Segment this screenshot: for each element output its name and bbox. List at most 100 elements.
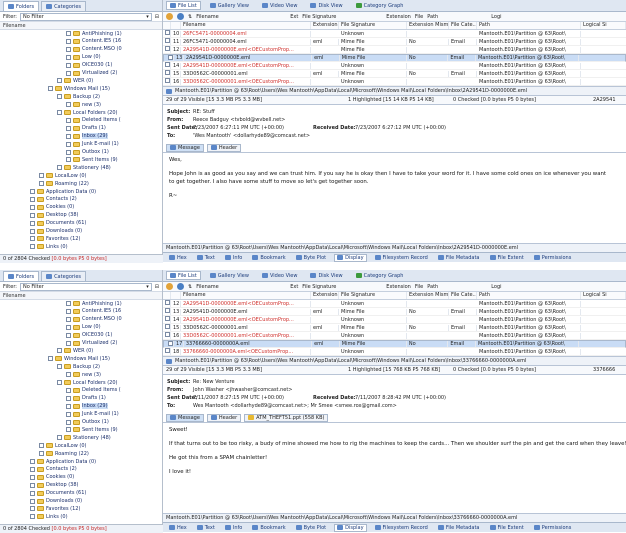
tree-node[interactable]: Drafts (1)	[66, 395, 106, 402]
table-row[interactable]: 13 2A29541D-0000000E.eml eml Mime File No Ema…	[163, 54, 626, 62]
tree-node[interactable]: WER (0)	[57, 347, 93, 354]
tree-checkbox[interactable]	[66, 395, 71, 401]
tree-node[interactable]: Content.MSO (0	[66, 316, 122, 323]
tree-node[interactable]: Outbox (1)	[66, 419, 109, 426]
tab-header[interactable]: Header	[206, 413, 242, 422]
tree-node[interactable]: WER (0)	[57, 77, 93, 84]
tree-checkbox[interactable]	[57, 364, 62, 370]
tab-disk-view[interactable]: Disk View	[306, 1, 346, 10]
folder-tree[interactable]: AntiPhishing (1) Content.IE5 (16 Content.M…	[0, 300, 162, 523]
tab-folders[interactable]: Folders	[3, 271, 40, 281]
row-checkbox[interactable]	[163, 308, 171, 315]
table-row[interactable]: 12 2A29541D-0000000E.eml<OECustomProp... U…	[163, 300, 626, 308]
tree-checkbox[interactable]	[30, 196, 35, 202]
tree-checkbox[interactable]	[30, 514, 35, 520]
tree-node[interactable]: AntiPhishing (1)	[66, 30, 122, 37]
tree-checkbox[interactable]	[66, 117, 71, 123]
back-icon[interactable]	[166, 13, 173, 20]
tab-folders[interactable]: Folders	[3, 1, 40, 11]
tree-checkbox[interactable]	[66, 308, 71, 314]
col-path[interactable]: Path	[477, 292, 581, 299]
col-num[interactable]	[171, 22, 181, 29]
forward-icon[interactable]	[177, 283, 184, 290]
tree-checkbox[interactable]	[66, 125, 71, 131]
tree-checkbox[interactable]	[66, 141, 71, 147]
tree-node[interactable]: Virtualized (2)	[66, 340, 117, 347]
tree-checkbox[interactable]	[66, 411, 71, 417]
tree-node[interactable]: Stationery (48)	[57, 164, 111, 171]
tree-checkbox[interactable]	[30, 228, 35, 234]
tree-node[interactable]: Sent Items (9)	[66, 426, 118, 433]
col-filename[interactable]: Filename	[181, 22, 311, 29]
filter-logical[interactable]: Logi	[491, 14, 501, 20]
tree-checkbox[interactable]	[66, 62, 71, 68]
tree-node[interactable]: Application Data (0)	[30, 188, 96, 195]
tree-node[interactable]: Content.MSO (0	[66, 46, 122, 53]
tab-permissions[interactable]: Permissions	[532, 524, 574, 532]
table-row[interactable]: 14 2A29541D-0000000E.eml<OECustomProp... U…	[163, 62, 626, 70]
tree-node[interactable]: new (3)	[66, 371, 101, 378]
tree-checkbox[interactable]	[57, 435, 62, 441]
table-row[interactable]: 16 33D0562C-00000001.eml<OECustomProp... U…	[163, 332, 626, 340]
col-signature[interactable]: File Signature	[339, 292, 407, 299]
tab-category-graph[interactable]: Category Graph	[352, 271, 408, 280]
tree-node[interactable]: Drafts (1)	[66, 125, 106, 132]
tree-node[interactable]: Desktop (38)	[30, 482, 78, 489]
tree-checkbox[interactable]	[66, 316, 71, 322]
tab-bookmark[interactable]: Bookmark	[250, 524, 287, 532]
table-row[interactable]: 11 26FC5471-00000004.eml eml Mime File No Ema…	[163, 38, 626, 46]
row-checkbox[interactable]	[163, 46, 171, 53]
tree-checkbox[interactable]	[66, 102, 71, 108]
tree-checkbox[interactable]	[30, 212, 35, 218]
row-checkbox[interactable]	[163, 348, 171, 355]
row-checkbox[interactable]	[163, 324, 171, 331]
tree-checkbox[interactable]	[66, 54, 71, 60]
tab-display[interactable]: Display	[334, 253, 367, 262]
filter-select[interactable]: No Filter ▾	[19, 282, 152, 291]
tree-checkbox[interactable]	[66, 332, 71, 338]
tree-node[interactable]: Local Folders (20)	[57, 379, 117, 386]
tree-node[interactable]: Favorites (12)	[30, 505, 80, 512]
tree-checkbox[interactable]	[66, 301, 71, 306]
filter-select[interactable]: No Filter ▾	[19, 12, 152, 21]
tree-node[interactable]: Cookies (0)	[30, 474, 74, 481]
tree-node[interactable]: OICE030 (1)	[66, 62, 112, 69]
tree-checkbox[interactable]	[57, 348, 62, 354]
tab-filesystem-record[interactable]: Filesystem Record	[373, 254, 430, 262]
tree-node[interactable]: Windows Mail (15)	[48, 85, 110, 92]
col-signature[interactable]: File Signature	[339, 22, 407, 29]
table-row[interactable]: 14 2A29541D-0000000E.eml<OECustomProp... U…	[163, 316, 626, 324]
row-checkbox[interactable]	[163, 62, 171, 69]
tree-checkbox[interactable]	[66, 31, 71, 36]
row-checkbox[interactable]	[163, 300, 171, 307]
tree-checkbox[interactable]	[39, 451, 44, 457]
tree-checkbox[interactable]	[30, 498, 35, 504]
tree-node[interactable]: Contacts (2)	[30, 466, 77, 473]
tree-checkbox[interactable]	[66, 340, 71, 346]
tree-checkbox[interactable]	[30, 506, 35, 512]
tree-node[interactable]: Junk E-mail (1)	[66, 141, 119, 148]
tree-node[interactable]: LocalLow (0)	[39, 172, 86, 179]
tab-hex[interactable]: Hex	[167, 254, 189, 262]
row-checkbox[interactable]	[166, 54, 174, 62]
table-row[interactable]: 16 33D0562C-00000001.eml<OECustomProp... U…	[163, 78, 626, 86]
col-path[interactable]: Path	[477, 22, 581, 29]
tree-node[interactable]: Outbox (1)	[66, 149, 109, 156]
tree-node[interactable]: Roaming (22)	[39, 180, 89, 187]
tree-node[interactable]: Content.IE5 (16	[66, 308, 121, 315]
filter-path[interactable]: Path	[427, 284, 487, 290]
tab-file-list[interactable]: File List	[166, 271, 201, 280]
tab-bookmark[interactable]: Bookmark	[250, 254, 287, 262]
tree-node[interactable]: Sent Items (9)	[66, 156, 118, 163]
row-checkbox[interactable]	[163, 38, 171, 45]
tab-text[interactable]: Text	[195, 254, 217, 262]
forward-icon[interactable]	[177, 13, 184, 20]
table-row[interactable]: 17 33766660-0000000A.eml eml Mime File No Ema…	[163, 340, 626, 348]
tab-video-view[interactable]: Video View	[258, 271, 301, 280]
sort-icon[interactable]: ⇅	[188, 14, 192, 20]
tree-checkbox[interactable]	[57, 380, 62, 385]
filter-extension[interactable]: Extension	[386, 14, 411, 20]
tab-byte-plot[interactable]: Byte Plot	[294, 254, 328, 262]
filter-path[interactable]: Path	[427, 14, 487, 20]
tree-node[interactable]: OICE030 (1)	[66, 332, 112, 339]
